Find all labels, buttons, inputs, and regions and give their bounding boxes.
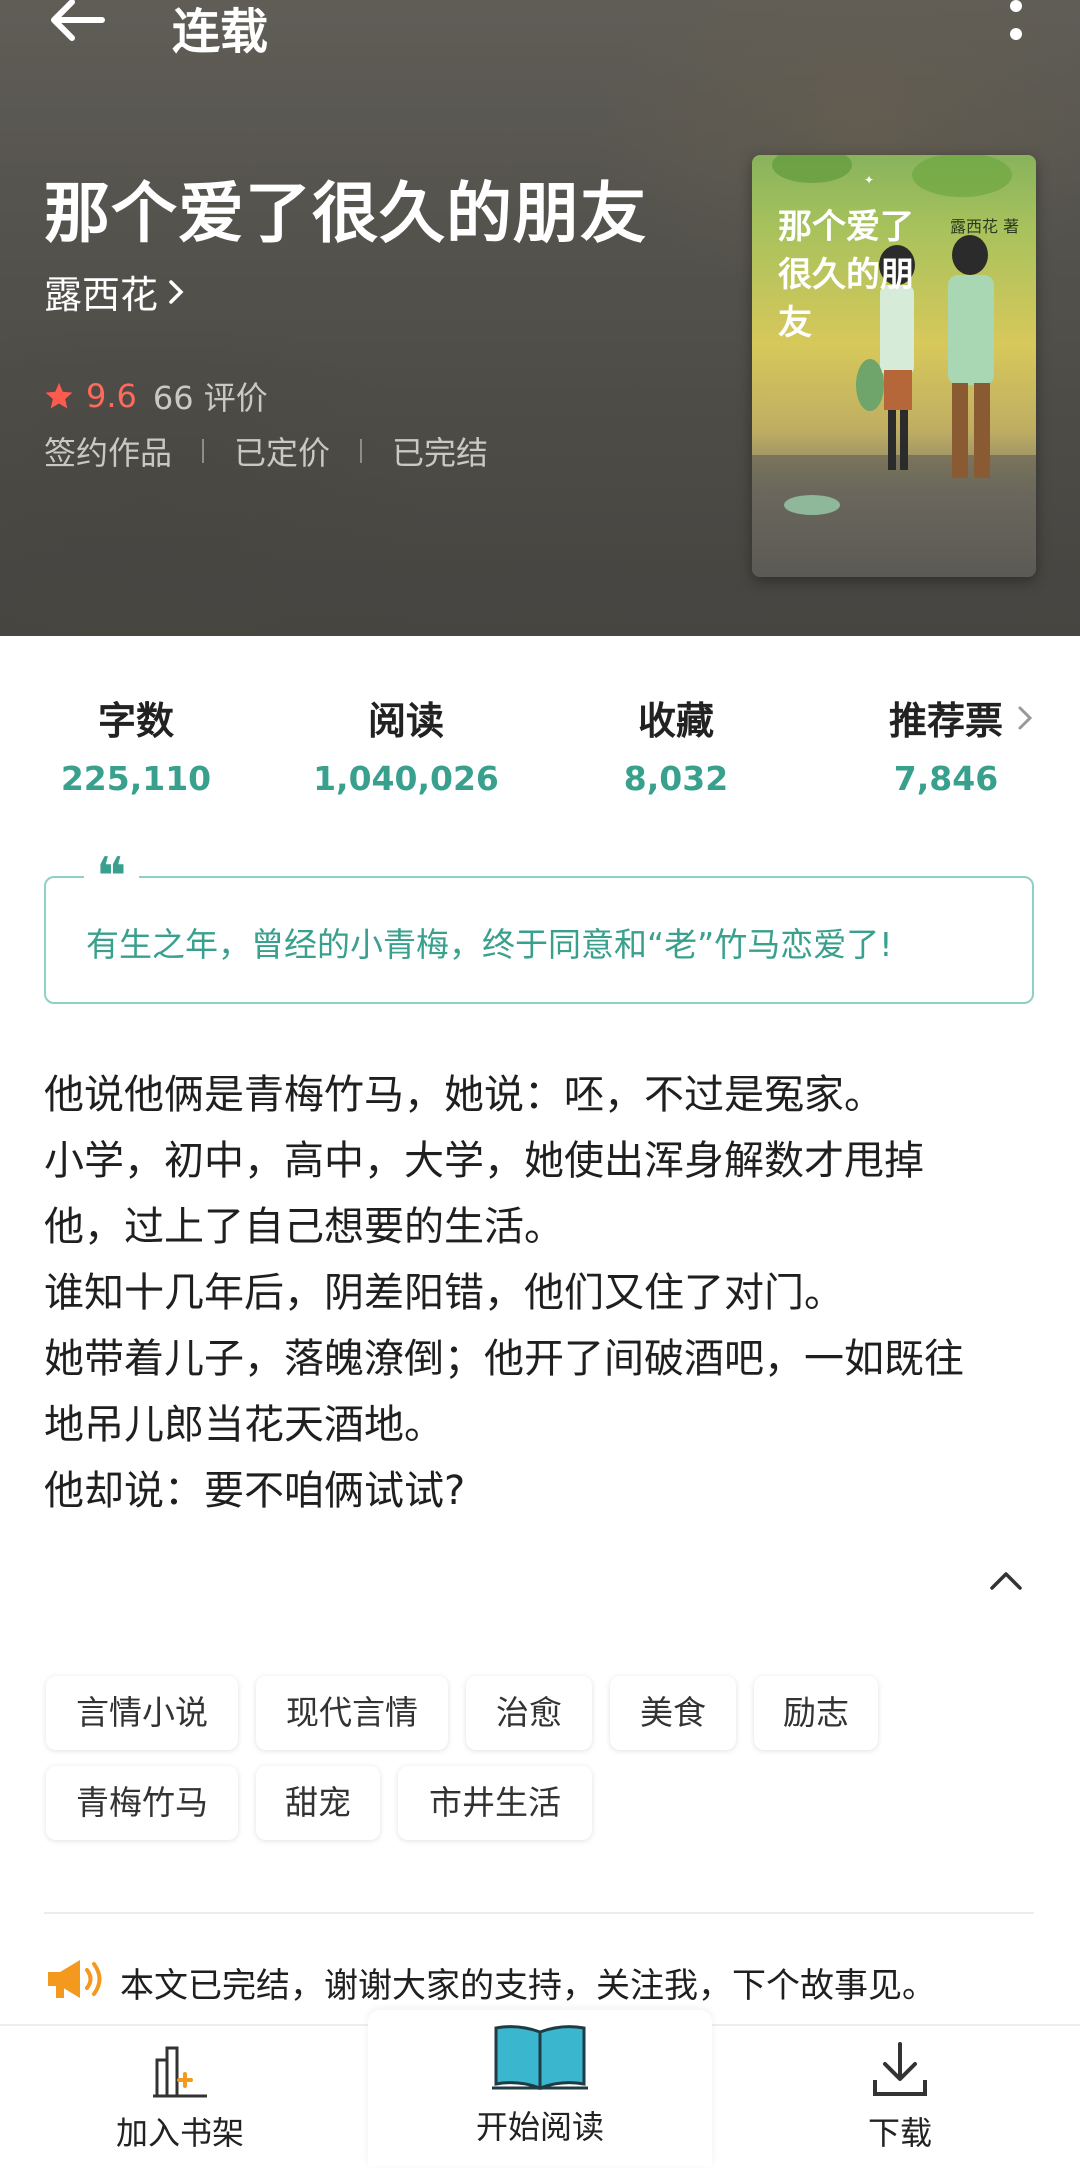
- stat-favorites: 收藏 8,032: [546, 690, 806, 798]
- chevron-right-icon: [169, 279, 184, 304]
- meta-priced: 已定价: [234, 434, 331, 472]
- tagline-text: 有生之年，曾经的小青梅，终于同意和“老”竹马恋爱了!: [86, 925, 893, 964]
- rating-score: 9.6: [86, 377, 137, 415]
- rating-row[interactable]: 9.6 66 评价: [44, 373, 268, 419]
- synopsis: 他说他俩是青梅竹马，她说：呸，不过是冤家。 小学，初中，高中，大学，她使出浑身解…: [44, 1062, 1034, 1524]
- star-icon: [45, 382, 73, 409]
- back-arrow-icon[interactable]: [50, 0, 110, 44]
- tag-chip[interactable]: 现代言情: [256, 1676, 448, 1750]
- meta-finished: 已完结: [392, 434, 489, 472]
- start-reading-label: 开始阅读: [475, 2108, 604, 2146]
- stat-word-count: 字数 225,110: [6, 690, 266, 798]
- add-to-shelf-button[interactable]: 加入书架: [100, 2040, 260, 2154]
- meta-divider: [202, 439, 205, 463]
- tag-chip[interactable]: 美食: [610, 1676, 736, 1750]
- quote-icon: ❝: [84, 851, 139, 903]
- book-title: 那个爱了很久的朋友: [44, 175, 647, 252]
- synopsis-line: 他说他俩是青梅竹马，她说：呸，不过是冤家。: [44, 1072, 884, 1118]
- stat-label: 字数: [97, 699, 174, 743]
- tag-chip[interactable]: 市井生活: [398, 1766, 592, 1840]
- stat-recommend-votes[interactable]: 推荐票 7,846: [816, 690, 1076, 798]
- synopsis-line: 他却说：要不咱俩试试?: [44, 1468, 466, 1514]
- stat-value: 1,040,026: [313, 759, 499, 798]
- book-header: 连载 那个爱了很久的朋友 露西花 9.6 66 评价 签约作品 已定价 已完结: [0, 0, 1080, 636]
- page-title: 连载: [172, 4, 269, 60]
- synopsis-line: 地吊儿郎当花天酒地。: [44, 1402, 444, 1448]
- meta-divider: [360, 439, 363, 463]
- book-cover[interactable]: ✦ 那个爱了很久的朋友 露西花 著: [752, 155, 1036, 577]
- chevron-right-icon[interactable]: [1016, 704, 1034, 732]
- author-link[interactable]: 露西花: [44, 264, 184, 319]
- stat-value: 7,846: [893, 759, 999, 798]
- stat-label: 推荐票: [888, 699, 1003, 743]
- stat-value: 8,032: [623, 759, 729, 798]
- tag-chip[interactable]: 青梅竹马: [46, 1766, 238, 1840]
- publisher-logo: ✦: [864, 173, 875, 187]
- start-reading-button[interactable]: 开始阅读: [440, 2022, 640, 2148]
- author-notice: 本文已完结，谢谢大家的支持，关注我，下个故事见。: [120, 1966, 936, 2006]
- synopsis-line: 小学，初中，高中，大学，她使出浑身解数才甩掉: [44, 1138, 924, 1184]
- section-divider: [44, 1912, 1034, 1914]
- synopsis-line: 她带着儿子，落魄潦倒；他开了间破酒吧，一如既往: [44, 1336, 964, 1382]
- book-stats: 字数 225,110 阅读 1,040,026 收藏 8,032 推荐票 7,8…: [0, 690, 1080, 810]
- synopsis-line: 他，过上了自己想要的生活。: [44, 1204, 564, 1250]
- stat-reads: 阅读 1,040,026: [276, 690, 536, 798]
- download-button[interactable]: 下载: [820, 2040, 980, 2154]
- cover-author: 露西花 著: [950, 217, 1020, 236]
- stat-value: 225,110: [60, 759, 212, 798]
- tag-chip[interactable]: 治愈: [466, 1676, 592, 1750]
- cover-title: 那个爱了很久的朋友: [778, 207, 914, 343]
- download-label: 下载: [867, 2114, 932, 2152]
- add-shelf-icon: [153, 2046, 207, 2098]
- tag-chip[interactable]: 励志: [754, 1676, 878, 1750]
- add-to-shelf-label: 加入书架: [115, 2114, 244, 2152]
- meta-signed: 签约作品: [44, 434, 173, 472]
- book-meta: 签约作品 已定价 已完结: [44, 428, 488, 474]
- download-icon: [873, 2042, 927, 2096]
- megaphone-icon: [48, 1960, 102, 1998]
- author-name: 露西花: [44, 273, 159, 317]
- open-book-icon: [492, 2025, 588, 2091]
- rating-count: 66 评价: [152, 379, 268, 417]
- chevron-up-icon[interactable]: [988, 1568, 1024, 1592]
- stat-label: 阅读: [367, 699, 444, 743]
- more-options-icon[interactable]: [1006, 0, 1026, 44]
- tag-chip[interactable]: 言情小说: [46, 1676, 238, 1750]
- synopsis-line: 谁知十几年后，阴差阳错，他们又住了对门。: [44, 1270, 844, 1316]
- tag-chip[interactable]: 甜宠: [256, 1766, 380, 1840]
- stat-label: 收藏: [637, 699, 714, 743]
